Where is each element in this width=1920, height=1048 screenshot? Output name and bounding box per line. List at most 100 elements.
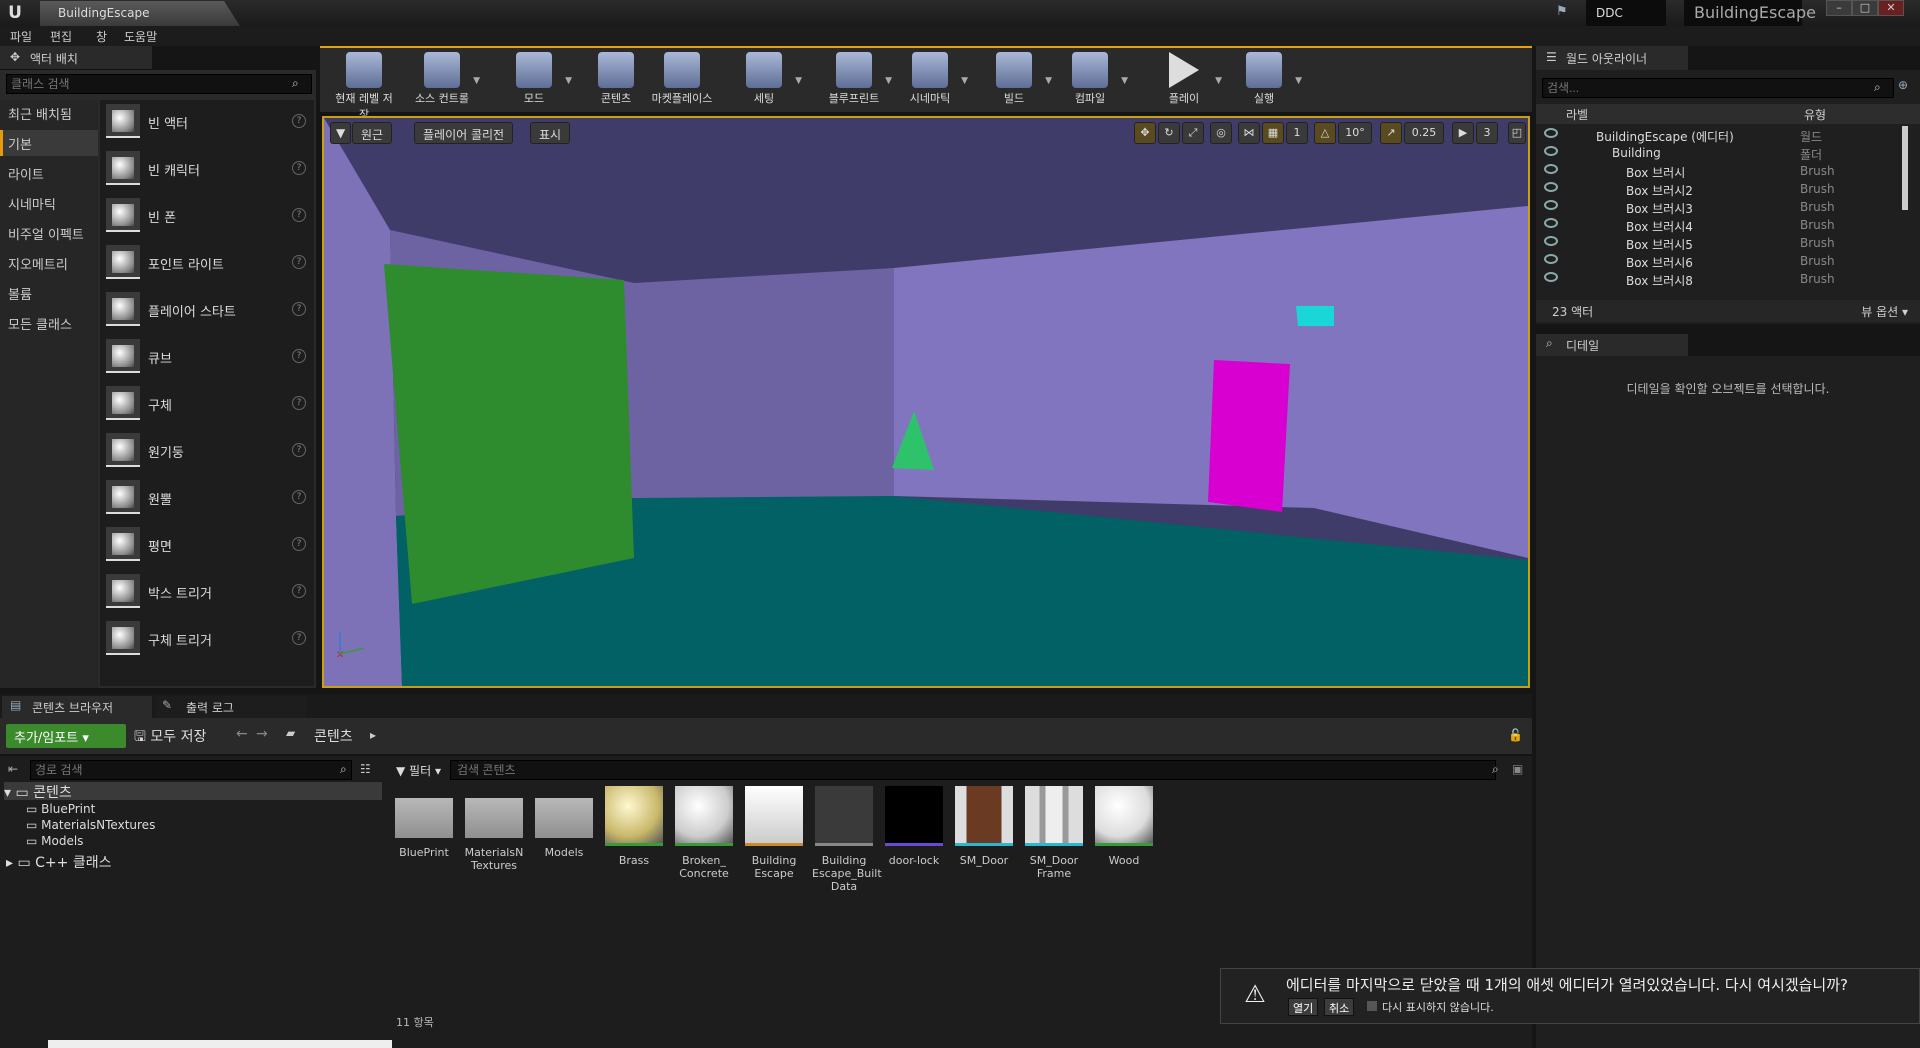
content-button[interactable]: 콘텐츠 [584,50,648,110]
outliner-row[interactable]: Building 폴더 [1536,144,1900,162]
outliner-scrollbar[interactable] [1902,126,1908,210]
visibility-eye-icon[interactable] [1544,272,1558,282]
surface-snap-icon[interactable]: ⋈ [1238,122,1260,144]
outliner-row[interactable]: Box 브러시5 Brush [1536,234,1900,252]
minimize-button[interactable]: – [1826,0,1852,16]
asset-tile-folder[interactable]: MaterialsN Textures [462,786,526,872]
close-button[interactable]: ✕ [1878,0,1904,16]
tree-item-blueprint[interactable]: ▭ BluePrint [26,802,95,816]
dont-show-checkbox[interactable] [1366,1000,1378,1012]
help-icon[interactable]: ? [292,537,306,551]
category-all-classes[interactable]: 모든 클래스 [0,310,98,336]
view-mode-button[interactable]: 플레이어 콜리전 [414,122,514,144]
world-local-icon[interactable]: ◎ [1210,122,1232,144]
scale-icon[interactable]: ⤢ [1182,122,1204,144]
tab-content-browser[interactable]: 콘텐츠 브라우저 [2,696,152,718]
tree-item-models[interactable]: ▭ Models [26,834,83,848]
tree-item-materials[interactable]: ▭ MaterialsNTextures [26,818,155,832]
cinematics-button[interactable]: 시네마틱 ▼ [898,50,968,110]
asset-search-input[interactable] [450,760,1496,780]
lock-icon[interactable]: 🔓 [1508,728,1523,742]
help-icon[interactable]: ? [292,349,306,363]
outliner-row[interactable]: Box 브러시3 Brush [1536,198,1900,216]
asset-tile-level[interactable]: Building Escape [742,786,806,880]
actor-item[interactable]: 빈 액터? [100,100,314,144]
rotation-snap-value[interactable]: 10° [1338,122,1372,144]
launch-button[interactable]: 실행 ▼ [1232,50,1302,110]
save-search-icon[interactable]: ▣ [1512,762,1523,776]
actor-item[interactable]: 큐브? [100,335,314,379]
asset-tile-mesh[interactable]: SM_Door [952,786,1016,867]
asset-tile-material[interactable]: Broken_ Concrete [672,786,736,880]
level-tab[interactable]: BuildingEscape [40,1,240,26]
help-icon[interactable]: ? [292,255,306,269]
category-visual-effects[interactable]: 비주얼 이펙트 [0,220,98,246]
help-icon[interactable]: ? [292,114,306,128]
path-search-input[interactable] [30,760,352,780]
scale-snap-value[interactable]: 0.25 [1404,122,1444,144]
camera-speed-icon[interactable]: ▶ [1452,122,1474,144]
help-icon[interactable]: ? [292,443,306,457]
add-import-button[interactable]: 추가/임포트 ▾ [6,724,126,748]
maximize-button[interactable]: □ [1852,0,1878,16]
marketplace-button[interactable]: 마켓플레이스 [650,50,714,110]
menu-window[interactable]: 창 [96,28,107,45]
category-geometry[interactable]: 지오메트리 [0,250,98,276]
add-actor-icon[interactable]: ⊕ [1898,78,1908,92]
help-icon[interactable]: ? [292,584,306,598]
actor-item[interactable]: 평면? [100,523,314,567]
translate-icon[interactable]: ✥ [1134,122,1156,144]
build-button[interactable]: 빌드 ▼ [982,50,1052,110]
help-icon[interactable]: ? [292,490,306,504]
grid-snap-value[interactable]: 1 [1286,122,1308,144]
rotation-snap-icon[interactable]: △ [1314,122,1336,144]
menu-edit[interactable]: 편집 [50,28,72,45]
tab-place-actors[interactable]: 액터 배치 [0,46,152,70]
compile-button[interactable]: 컴파일 ▼ [1058,50,1128,110]
asset-tile-material[interactable]: Wood [1092,786,1156,867]
category-basic[interactable]: 기본 [0,130,98,156]
label-column[interactable]: 라벨 [1566,106,1588,123]
feedback-icon[interactable]: ⚑ [1556,4,1572,20]
rotate-icon[interactable]: ↻ [1158,122,1180,144]
filters-button[interactable]: ▼ 필터 ▾ [396,762,441,779]
blueprints-button[interactable]: 블루프린트 ▼ [822,50,892,110]
visibility-eye-icon[interactable] [1544,200,1558,210]
asset-tile-data[interactable]: Building Escape_Built Data [812,786,882,893]
open-button[interactable]: 열기 [1288,998,1319,1016]
camera-speed-value[interactable]: 3 [1476,122,1498,144]
perspective-button[interactable]: 원근 [352,122,393,144]
path-breadcrumb[interactable]: 콘텐츠 [314,726,353,746]
bottom-scrollbar[interactable] [48,1040,392,1048]
outliner-row[interactable]: Box 브러시4 Brush [1536,216,1900,234]
category-cinematic[interactable]: 시네마틱 [0,190,98,216]
help-icon[interactable]: ? [292,631,306,645]
actor-item[interactable]: 원뿔? [100,476,314,520]
asset-tile-texture[interactable]: door-lock [882,786,946,867]
actor-item[interactable]: 원기둥? [100,429,314,473]
settings-button[interactable]: 세팅 ▼ [732,50,802,110]
outliner-row[interactable]: Box 브러시8 Brush [1536,270,1900,288]
help-icon[interactable]: ? [292,302,306,316]
visibility-eye-icon[interactable] [1544,254,1558,264]
visibility-eye-icon[interactable] [1544,128,1558,138]
help-icon[interactable]: ? [292,208,306,222]
help-icon[interactable]: ? [292,161,306,175]
tab-world-outliner[interactable]: 월드 아웃라이너 [1536,46,1688,70]
asset-tile-folder[interactable]: Models [532,786,596,859]
path-arrow-icon[interactable]: ▸ [370,728,376,742]
visibility-eye-icon[interactable] [1544,146,1558,156]
asset-tile-folder[interactable]: BluePrint [392,786,456,859]
view-options-button[interactable]: 뷰 옵션 ▾ [1861,303,1908,320]
scale-snap-icon[interactable]: ↗ [1380,122,1402,144]
category-recent[interactable]: 최근 배치됨 [0,100,98,126]
source-control-button[interactable]: 소스 컨트롤 ▼ [410,50,480,110]
outliner-row[interactable]: BuildingEscape (에디터) 월드 [1536,126,1900,144]
outliner-row[interactable]: Box 브러시2 Brush [1536,180,1900,198]
asset-tile-material[interactable]: Brass [602,786,666,867]
menu-file[interactable]: 파일 [10,28,32,45]
visibility-eye-icon[interactable] [1544,164,1558,174]
outliner-search-input[interactable] [1542,78,1894,98]
play-button[interactable]: 플레이 ▼ [1152,50,1222,110]
actor-item[interactable]: 빈 캐릭터? [100,147,314,191]
